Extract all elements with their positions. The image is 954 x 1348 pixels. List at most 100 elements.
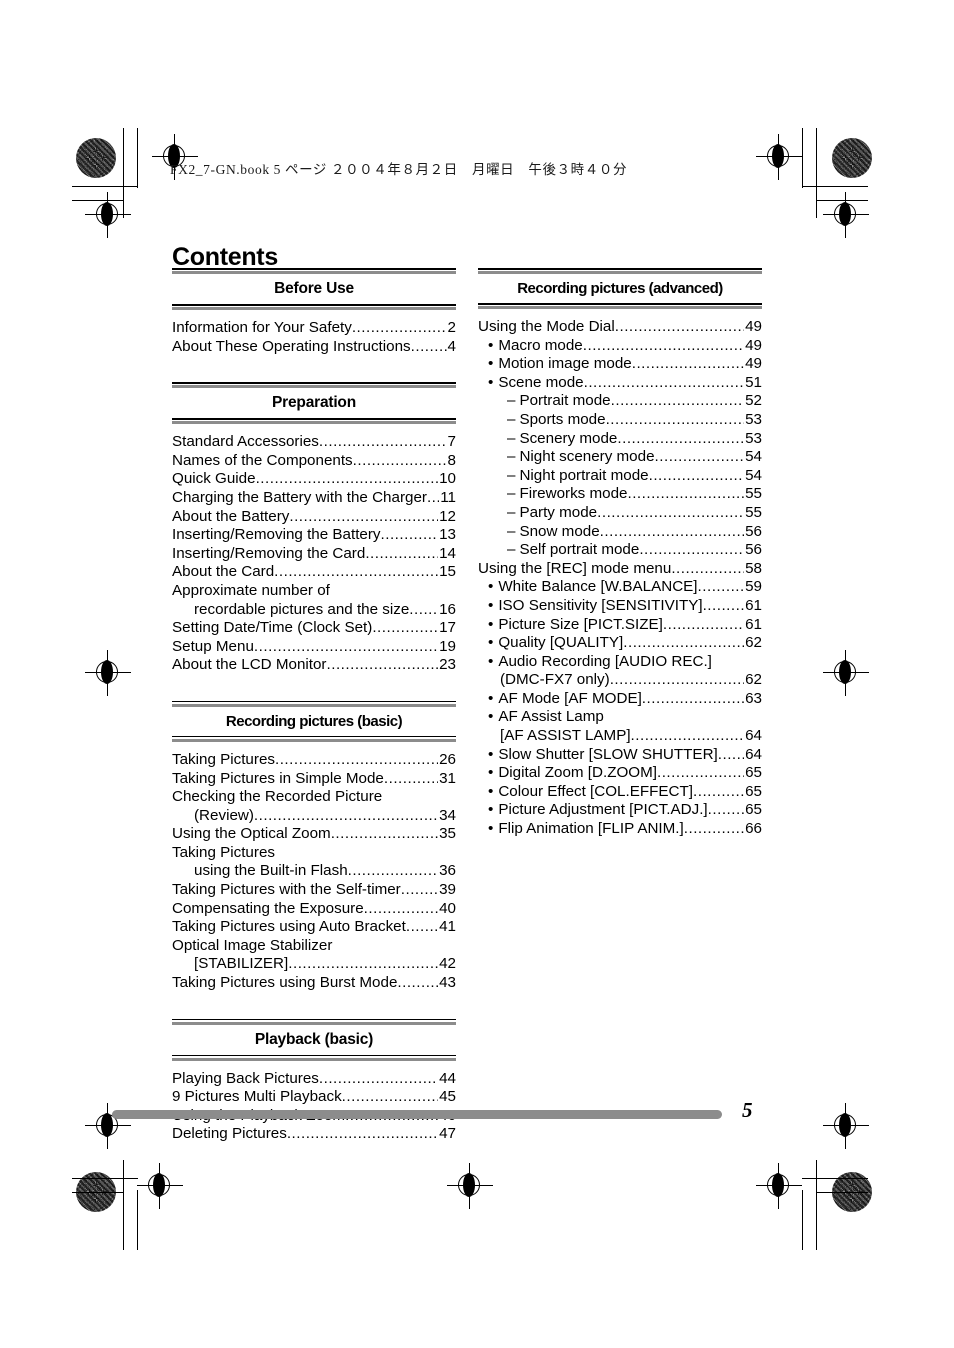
toc-entry-page: 8	[447, 451, 456, 469]
toc-entry[interactable]: •Picture Adjustment [PICT.ADJ.] 65	[478, 801, 762, 820]
toc-entry[interactable]: •Scene mode 51	[478, 374, 762, 393]
toc-leader-dots	[254, 638, 438, 657]
toc-entry[interactable]: •Picture Size [PICT.SIZE] 61	[478, 616, 762, 635]
toc-entry[interactable]: Optical Image Stabilizer	[172, 937, 456, 956]
toc-entry[interactable]: –Scenery mode 53	[478, 430, 762, 449]
toc-entry-page: 15	[439, 563, 456, 581]
crop-mark-tl-h2	[72, 200, 124, 202]
toc-leader-dots	[331, 825, 438, 844]
toc-entry-page: 49	[745, 318, 762, 335]
toc-entry-label: About the Battery	[172, 507, 290, 525]
toc-entry[interactable]: –Night scenery mode 54	[478, 448, 762, 467]
toc-entry[interactable]: Playing Back Pictures 44	[172, 1070, 456, 1089]
crop-mark-tr-v2	[802, 128, 804, 188]
toc-entry[interactable]: recordable pictures and the size 16	[172, 601, 456, 620]
toc-entry[interactable]: –Fireworks mode 55	[478, 485, 762, 504]
toc-entry-label: Inserting/Removing the Card	[172, 544, 366, 562]
toc-entry[interactable]: –Night portrait mode 54	[478, 467, 762, 486]
toc-entry[interactable]: Taking Pictures in Simple Mode 31	[172, 770, 456, 789]
toc-entry[interactable]: 9 Pictures Multi Playback 45	[172, 1088, 456, 1107]
toc-entry[interactable]: •Colour Effect [COL.EFFECT] 65	[478, 783, 762, 802]
toc-entry[interactable]: –Portrait mode 52	[478, 392, 762, 411]
toc-entry-label: Deleting Pictures	[172, 1125, 287, 1143]
registration-rosette-bottom-right	[832, 1172, 872, 1212]
toc-entry-label: Checking the Recorded Picture	[172, 788, 383, 806]
toc-entry[interactable]: About the Card 15	[172, 563, 456, 582]
toc-entry-page: 40	[439, 899, 456, 917]
toc-entry[interactable]: Names of the Components 8	[172, 452, 456, 471]
toc-entry[interactable]: Using the Optical Zoom 35	[172, 825, 456, 844]
toc-leader-dots	[287, 1125, 438, 1144]
toc-entry[interactable]: Using the Mode Dial 49	[478, 318, 762, 337]
toc-entry[interactable]: [STABILIZER] 42	[172, 955, 456, 974]
toc-entry[interactable]: About the LCD Monitor 23	[172, 656, 456, 675]
toc-entry[interactable]: Setting Date/Time (Clock Set) 17	[172, 619, 456, 638]
toc-entry[interactable]: (Review) 34	[172, 807, 456, 826]
toc-entry[interactable]: Inserting/Removing the Battery 13	[172, 526, 456, 545]
toc-entry[interactable]: •Motion image mode 49	[478, 355, 762, 374]
toc-leader-dots	[352, 319, 447, 338]
toc-entry-label: 9 Pictures Multi Playback	[172, 1088, 342, 1106]
toc-entry[interactable]: Deleting Pictures 47	[172, 1125, 456, 1144]
dash-icon: –	[507, 448, 516, 466]
toc-section: Playback (basic) Playing Back Pictures449…	[172, 993, 456, 1144]
rule-thick	[478, 306, 762, 309]
rule-thin	[172, 700, 456, 703]
toc-entry[interactable]: Inserting/Removing the Card 14	[172, 545, 456, 564]
rule-thick	[478, 271, 762, 274]
toc-entry-page: 47	[439, 1125, 456, 1143]
toc-entry[interactable]: About the Battery 12	[172, 508, 456, 527]
toc-entry[interactable]: •White Balance [W.BALANCE] 59	[478, 578, 762, 597]
toc-entry[interactable]: Charging the Battery with the Charger 11	[172, 489, 456, 508]
toc-entry-page: 10	[439, 470, 456, 488]
toc-section: PreparationStandard Accessories7Names of…	[172, 356, 456, 675]
section-rule-top	[172, 268, 456, 274]
section-rule-top	[172, 382, 456, 389]
toc-entry[interactable]: –Self portrait mode 56	[478, 541, 762, 560]
book-date-stamp: FX2_7-GN.book 5 ページ ２００４年８月２日 月曜日 午後３時４０…	[170, 162, 628, 177]
toc-entry[interactable]: (DMC-FX7 only) 62	[478, 671, 762, 690]
toc-entry-label: Scene mode	[498, 373, 584, 391]
toc-entry[interactable]: Taking Pictures	[172, 844, 456, 863]
toc-entry[interactable]: Quick Guide 10	[172, 470, 456, 489]
toc-entry[interactable]: Standard Accessories 7	[172, 433, 456, 452]
toc-entry[interactable]: Taking Pictures using Auto Bracket 41	[172, 918, 456, 937]
toc-entry-page: 65	[745, 801, 762, 819]
toc-entry[interactable]: Using the [REC] mode menu 58	[478, 560, 762, 579]
toc-entry[interactable]: •Digital Zoom [D.ZOOM] 65	[478, 764, 762, 783]
toc-entry[interactable]: •ISO Sensitivity [SENSITIVITY] 61	[478, 597, 762, 616]
toc-entry[interactable]: –Party mode 55	[478, 504, 762, 523]
toc-entry-page: 4	[447, 337, 456, 355]
toc-entry[interactable]: •Slow Shutter [SLOW SHUTTER] 64	[478, 746, 762, 765]
toc-entry[interactable]: [AF ASSIST LAMP] 64	[478, 727, 762, 746]
toc-entry-label: Names of the Components	[172, 451, 353, 469]
toc-entry-page: 65	[745, 782, 762, 800]
toc-entry[interactable]: About These Operating Instructions 4	[172, 338, 456, 357]
toc-entry[interactable]: •Quality [QUALITY] 62	[478, 634, 762, 653]
toc-entry[interactable]: • AF Assist Lamp	[478, 708, 762, 727]
toc-entry[interactable]: Information for Your Safety 2	[172, 319, 456, 338]
toc-entry[interactable]: Approximate number of	[172, 582, 456, 601]
toc-entry[interactable]: –Sports mode 53	[478, 411, 762, 430]
toc-entry[interactable]: –Snow mode 56	[478, 523, 762, 542]
toc-entry[interactable]: Taking Pictures using Burst Mode 43	[172, 974, 456, 993]
toc-entry[interactable]: using the Built-in Flash 36	[172, 862, 456, 881]
toc-entry[interactable]: Setup Menu 19	[172, 638, 456, 657]
toc-entry[interactable]: •AF Mode [AF MODE] 63	[478, 690, 762, 709]
rule-thick	[172, 1057, 456, 1061]
rule-thick	[172, 1021, 456, 1025]
toc-entry-label: Setup Menu	[172, 637, 254, 655]
rule-thick	[172, 385, 456, 389]
toc-entry-label: [AF ASSIST LAMP]	[500, 727, 631, 745]
toc-entry[interactable]: Compensating the Exposure 40	[172, 900, 456, 919]
section-title: Playback (basic)	[254, 1030, 374, 1048]
rule-thick	[172, 703, 456, 707]
toc-entry[interactable]: Taking Pictures 26	[172, 751, 456, 770]
toc-entry[interactable]: •Flip Animation [FLIP ANIM.] 66	[478, 820, 762, 839]
toc-entry[interactable]: • Audio Recording [AUDIO REC.]	[478, 653, 762, 672]
toc-entry[interactable]: Checking the Recorded Picture	[172, 788, 456, 807]
toc-entry[interactable]: Taking Pictures with the Self-timer 39	[172, 881, 456, 900]
toc-entry[interactable]: •Macro mode 49	[478, 337, 762, 356]
registration-target-right-middle	[823, 650, 869, 696]
